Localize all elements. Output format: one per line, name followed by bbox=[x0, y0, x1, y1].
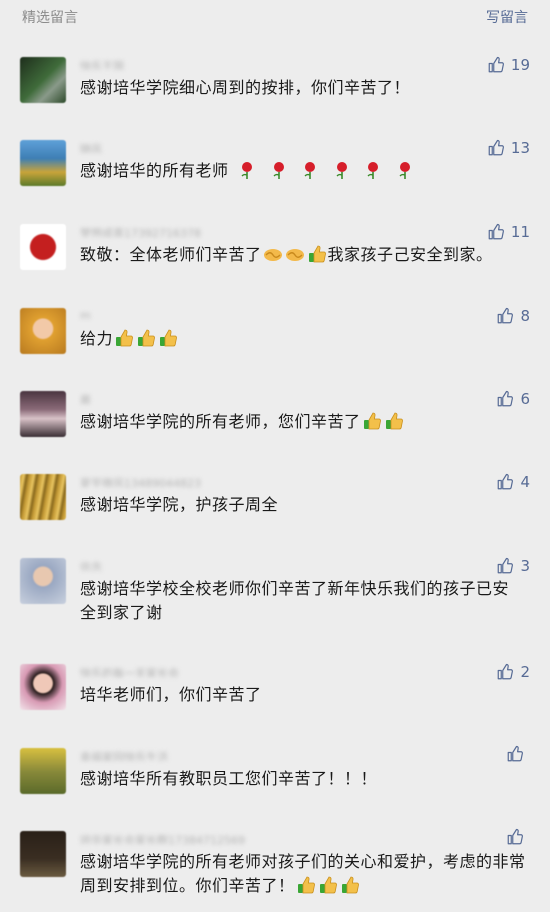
avatar[interactable] bbox=[20, 748, 66, 794]
thumbs-up-outline-icon bbox=[498, 557, 514, 574]
comment-text: 感谢培华学院，护孩子周全 bbox=[80, 495, 279, 514]
comment-text-body: 感谢培华的所有老师 bbox=[80, 161, 229, 180]
comment-text-body: 感谢培华学院的所有老师，您们辛苦了 bbox=[80, 412, 361, 431]
comment-text: 感谢培华所有教职员工您们辛苦了！！！ bbox=[80, 769, 378, 788]
thumbs-up-outline-icon bbox=[498, 307, 514, 324]
like-count: 6 bbox=[520, 390, 530, 408]
like-button[interactable]: 13 bbox=[487, 139, 530, 157]
handshake-emoji-icon bbox=[263, 249, 282, 261]
thumbs-up-emoji-icon bbox=[116, 329, 133, 347]
nickname[interactable]: 快乐王国 bbox=[80, 58, 124, 70]
like-count: 19 bbox=[510, 56, 530, 74]
like-button[interactable]: 11 bbox=[487, 223, 530, 241]
nickname[interactable]: 梦想成真17392716378 bbox=[80, 225, 201, 237]
nickname[interactable]: 晨 bbox=[80, 392, 91, 404]
nickname[interactable]: 夏至微风13489044823 bbox=[80, 475, 201, 487]
like-button[interactable]: 2 bbox=[496, 663, 530, 681]
thumbs-up-outline-icon bbox=[488, 139, 504, 156]
section-title: 精选留言 bbox=[22, 10, 78, 26]
comment-text-body: 致敬：全体老师们辛苦了 bbox=[80, 245, 262, 264]
comment-text: 致敬：全体老师们辛苦了 我家孩子己安全到家。 bbox=[80, 243, 530, 267]
thumbs-up-emoji-icon bbox=[138, 329, 155, 347]
thumbs-up-emoji-icon bbox=[385, 412, 403, 430]
like-count: 13 bbox=[510, 139, 530, 157]
comment-text-body: 给力 bbox=[80, 329, 114, 348]
avatar[interactable] bbox=[20, 308, 66, 354]
like-button[interactable] bbox=[506, 828, 530, 846]
comment-text-tail: 我家孩子己安全到家。 bbox=[327, 245, 493, 264]
comment-list: 快乐王国 感谢培华学院细心周到的按排，你们辛苦了！ 19 随风 感谢培华的所有老… bbox=[0, 34, 550, 912]
thumbs-up-emoji-icon bbox=[341, 876, 359, 894]
avatar[interactable] bbox=[20, 664, 66, 710]
thumbs-up-outline-icon bbox=[507, 745, 523, 762]
avatar[interactable] bbox=[20, 474, 66, 520]
nickname[interactable]: 随风 bbox=[80, 141, 102, 153]
thumbs-up-outline-icon bbox=[498, 473, 514, 490]
thumbs-up-outline-icon bbox=[498, 663, 514, 680]
comment-text: 感谢培华学院的所有老师对孩子们的关心和爱护，考虑的非常周到安排到位。你们辛苦了！ bbox=[80, 850, 530, 898]
like-count: 4 bbox=[520, 473, 530, 491]
comment-text: 感谢培华的所有老师 bbox=[80, 159, 530, 183]
like-button[interactable]: 8 bbox=[496, 307, 530, 325]
write-comment-link[interactable]: 写留言 bbox=[486, 7, 528, 27]
thumbs-up-emoji-icon bbox=[160, 329, 177, 347]
like-count: 3 bbox=[520, 557, 530, 575]
handshake-emoji-icon bbox=[285, 249, 304, 261]
like-button[interactable]: 3 bbox=[496, 557, 530, 575]
avatar[interactable] bbox=[20, 57, 66, 103]
nickname[interactable]: 培华家长会家长群17384712569 bbox=[80, 832, 245, 844]
thumbs-up-emoji-icon bbox=[319, 876, 337, 894]
nickname[interactable]: m bbox=[80, 309, 91, 321]
thumbs-up-emoji-icon bbox=[308, 245, 326, 263]
avatar[interactable] bbox=[20, 558, 66, 604]
thumbs-up-outline-icon bbox=[498, 390, 514, 407]
avatar[interactable] bbox=[20, 140, 66, 186]
nickname[interactable]: 快乐的每一天家长会 bbox=[80, 665, 179, 677]
rose-emoji-icon bbox=[273, 162, 284, 179]
like-button[interactable]: 4 bbox=[496, 473, 530, 491]
nickname[interactable]: 幸福家园快乐生活 bbox=[80, 749, 168, 761]
avatar[interactable] bbox=[20, 831, 66, 877]
like-count: 2 bbox=[520, 663, 530, 681]
thumbs-up-emoji-icon bbox=[297, 876, 315, 894]
thumbs-up-outline-icon bbox=[507, 828, 523, 845]
thumbs-up-outline-icon bbox=[488, 223, 504, 240]
rose-emoji-icon bbox=[241, 162, 253, 179]
rose-emoji-icon bbox=[367, 162, 379, 179]
like-button[interactable]: 6 bbox=[496, 390, 530, 408]
thumbs-up-emoji-icon bbox=[363, 412, 381, 430]
avatar[interactable] bbox=[20, 224, 66, 270]
comment-text: 给力 bbox=[80, 327, 530, 351]
comment-text: 感谢培华学院细心周到的按排，你们辛苦了！ bbox=[80, 78, 411, 97]
comment-text: 培华老师们，你们辛苦了 bbox=[80, 685, 262, 704]
comment-text: 感谢培华学院的所有老师，您们辛苦了 bbox=[80, 410, 530, 434]
like-button[interactable] bbox=[506, 745, 530, 763]
like-count: 11 bbox=[510, 223, 530, 241]
nickname[interactable]: 信念 bbox=[80, 559, 102, 571]
comment-text: 感谢培华学校全校老师你们辛苦了新年快乐我们的孩子已安全到家了谢 bbox=[80, 579, 510, 622]
comments-header: 精选留言 写留言 bbox=[0, 0, 550, 34]
rose-emoji-icon bbox=[336, 162, 347, 179]
like-count: 8 bbox=[520, 307, 530, 325]
avatar[interactable] bbox=[20, 391, 66, 437]
rose-emoji-icon bbox=[399, 162, 411, 179]
rose-emoji-icon bbox=[304, 162, 316, 179]
like-button[interactable]: 19 bbox=[487, 56, 530, 74]
thumbs-up-outline-icon bbox=[488, 56, 504, 73]
